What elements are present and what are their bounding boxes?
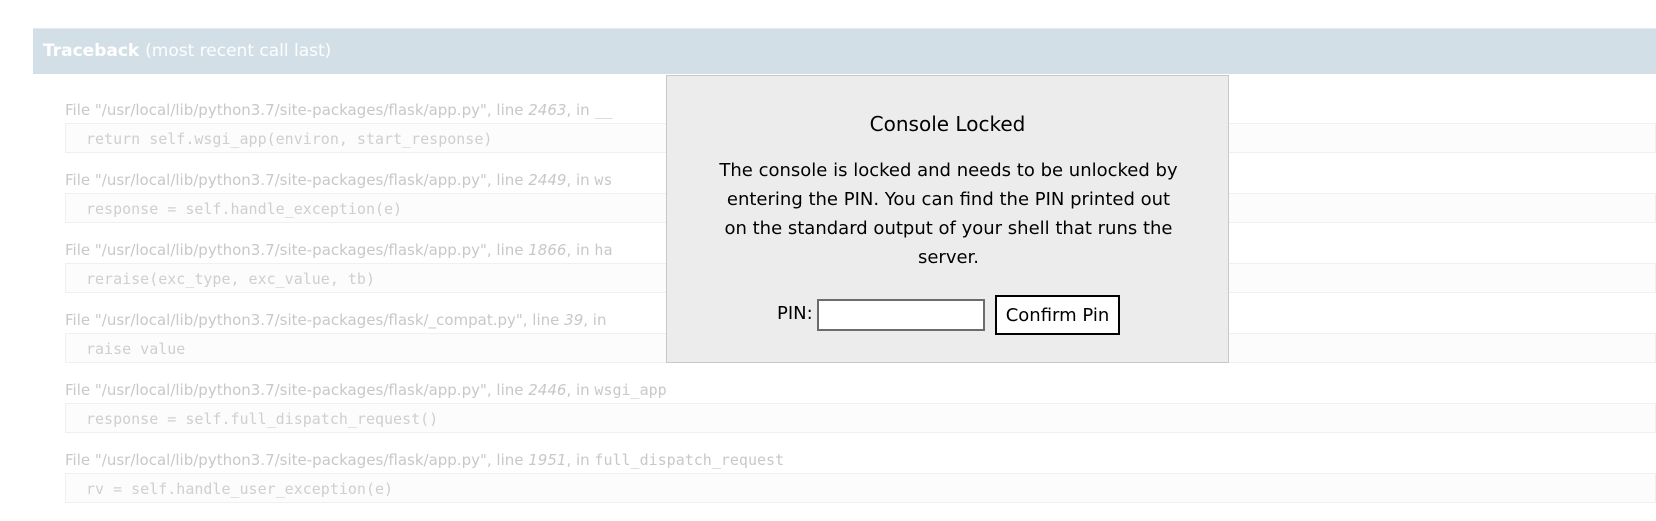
pin-label: PIN: <box>777 303 813 324</box>
trace-frame: File "/usr/local/lib/python3.7/site-pack… <box>33 381 1656 451</box>
frame-location: File "/usr/local/lib/python3.7/site-pack… <box>65 241 612 259</box>
frame-in: , in <box>583 311 607 329</box>
frame-path: /usr/local/lib/python3.7/site-packages/f… <box>101 171 480 189</box>
traceback-subtitle: (most recent call last) <box>145 41 332 61</box>
frame-prefix: File " <box>65 451 102 469</box>
pin-form: PIN: Confirm Pin <box>667 293 1228 335</box>
frame-path: /usr/local/lib/python3.7/site-packages/f… <box>101 451 480 469</box>
frame-line-number: 1951 <box>528 451 567 469</box>
frame-path: /usr/local/lib/python3.7/site-packages/f… <box>101 241 480 259</box>
frame-mid: ", line <box>479 241 529 259</box>
frame-location: File "/usr/local/lib/python3.7/site-pack… <box>65 171 612 189</box>
frame-mid: ", line <box>479 101 529 119</box>
frame-line-number: 2463 <box>528 101 567 119</box>
dialog-title: Console Locked <box>869 112 1026 136</box>
trace-frame: File "/usr/local/lib/python3.7/site-pack… <box>33 451 1656 521</box>
frame-line-number: 2449 <box>528 171 567 189</box>
frame-location: File "/usr/local/lib/python3.7/site-pack… <box>65 451 784 469</box>
frame-prefix: File " <box>65 101 102 119</box>
frame-in: , in <box>566 381 595 399</box>
frame-in: , in <box>566 451 595 469</box>
frame-path: /usr/local/lib/python3.7/site-packages/f… <box>101 311 516 329</box>
frame-prefix: File " <box>65 311 102 329</box>
frame-path: /usr/local/lib/python3.7/site-packages/f… <box>101 101 480 119</box>
traceback-header: Traceback (most recent call last) <box>33 28 1656 74</box>
frame-mid: ", line <box>479 171 529 189</box>
frame-function: ha <box>594 241 613 259</box>
frame-path: /usr/local/lib/python3.7/site-packages/f… <box>101 381 480 399</box>
page-top-fragment <box>240 0 370 2</box>
frame-function: wsgi_app <box>594 381 667 399</box>
frame-in: , in <box>566 241 595 259</box>
frame-line-number: 39 <box>564 311 584 329</box>
pin-input[interactable] <box>817 299 985 331</box>
console-locked-dialog: Console Locked The console is locked and… <box>666 75 1229 363</box>
frame-location: File "/usr/local/lib/python3.7/site-pack… <box>65 311 606 329</box>
frame-code[interactable]: rv = self.handle_user_exception(e) <box>65 473 1656 503</box>
frame-in: , in <box>566 171 595 189</box>
traceback-title-text: Traceback <box>43 41 140 61</box>
frame-mid: ", line <box>479 451 529 469</box>
frame-prefix: File " <box>65 381 102 399</box>
frame-prefix: File " <box>65 171 102 189</box>
frame-code[interactable]: response = self.full_dispatch_request() <box>65 403 1656 433</box>
traceback-title: Traceback (most recent call last) <box>43 41 331 61</box>
frame-mid: ", line <box>515 311 565 329</box>
frame-in: , in <box>566 101 595 119</box>
frame-line-number: 2446 <box>528 381 567 399</box>
frame-function: __ <box>594 101 613 119</box>
dialog-message: The console is locked and needs to be un… <box>719 160 1178 268</box>
frame-function: full_dispatch_request <box>594 451 785 469</box>
frame-prefix: File " <box>65 241 102 259</box>
frame-location: File "/usr/local/lib/python3.7/site-pack… <box>65 381 667 399</box>
frame-function: ws <box>594 171 613 189</box>
frame-location: File "/usr/local/lib/python3.7/site-pack… <box>65 101 612 119</box>
confirm-pin-button[interactable]: Confirm Pin <box>995 295 1120 335</box>
frame-mid: ", line <box>479 381 529 399</box>
frame-line-number: 1866 <box>528 241 567 259</box>
